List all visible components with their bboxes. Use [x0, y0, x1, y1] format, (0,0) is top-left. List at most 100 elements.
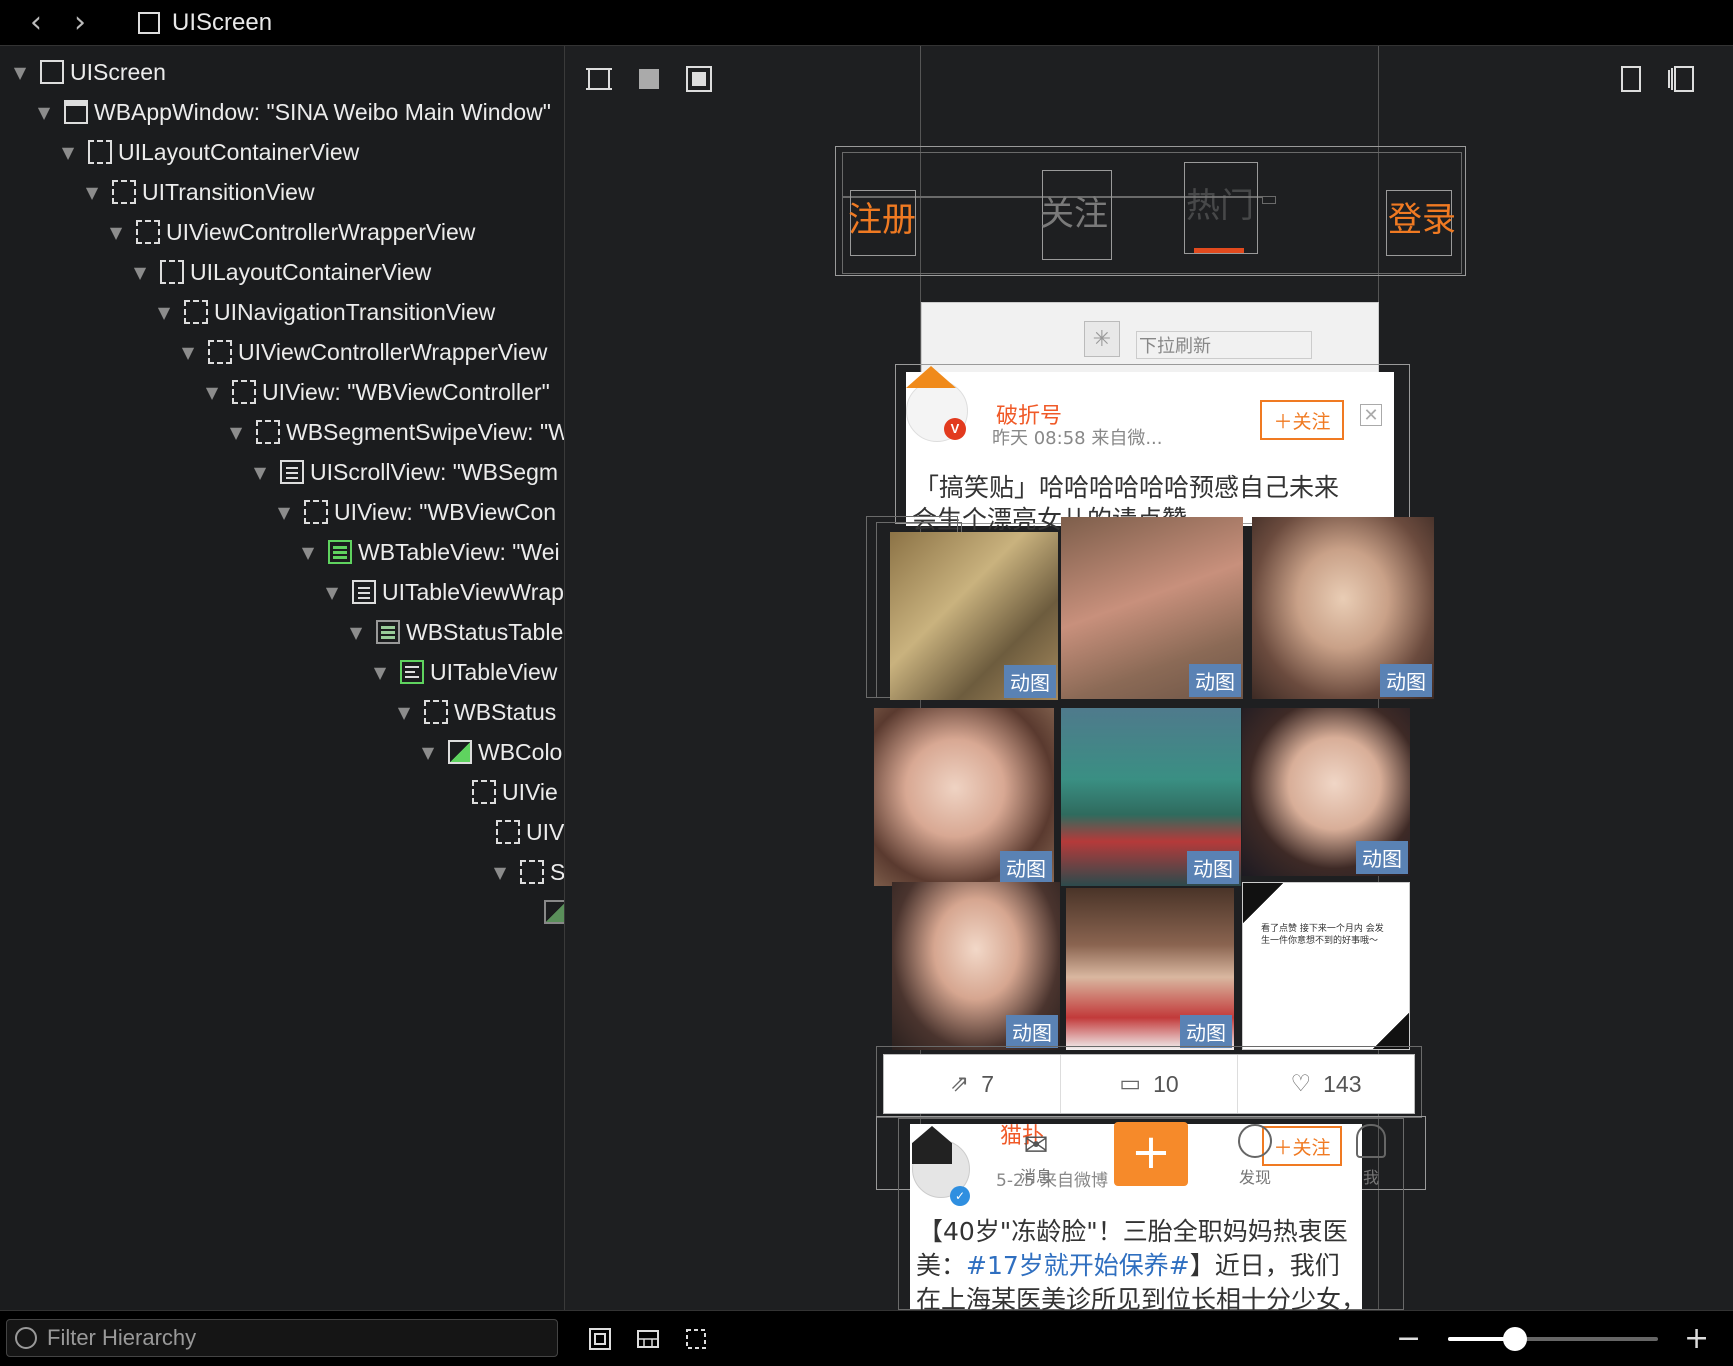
3d-view-icon[interactable] [1666, 64, 1696, 94]
photo-thumbnail[interactable]: 动图 [892, 882, 1060, 1050]
disclosure-triangle-icon[interactable]: ▼ [392, 703, 416, 722]
hierarchy-label: WBTableView: "Wei [358, 538, 560, 565]
lc-view-icon [160, 260, 184, 284]
zoom-in-button[interactable]: + [1684, 1321, 1709, 1356]
tab-me[interactable]: 我 [1356, 1124, 1386, 1188]
hierarchy-row[interactable]: ▼ UIViewControllerWrapperView [104, 212, 476, 252]
close-icon[interactable]: ✕ [1360, 404, 1382, 426]
comment-count: 10 [1153, 1070, 1179, 1097]
hierarchy-row[interactable]: ▼ UIView: "WBViewCon [272, 492, 556, 532]
hierarchy-row[interactable]: UIVie [464, 812, 564, 852]
hierarchy-row[interactable]: ▼ UITableView [368, 652, 558, 692]
hierarchy-label: UIViewControllerWrapperView [238, 338, 548, 365]
disclosure-triangle-icon[interactable]: ▼ [488, 863, 512, 882]
hierarchy-row[interactable]: UIVie [440, 772, 558, 812]
zoom-to-fit-icon[interactable] [588, 1327, 612, 1351]
repost-button[interactable]: ⇗ 7 [884, 1055, 1061, 1113]
post-text: 在上海某医美诊所见到位长相十分少女， [916, 1285, 1367, 1310]
comment-button[interactable]: ▭ 10 [1061, 1055, 1238, 1113]
compose-button[interactable]: + [1114, 1122, 1188, 1186]
lc-view-icon [88, 140, 112, 164]
disclosure-triangle-icon[interactable]: ▼ [80, 183, 104, 202]
hashtag-link[interactable]: #17岁就开始保养# [966, 1251, 1190, 1280]
filter-hierarchy-field[interactable]: Filter Hierarchy [6, 1319, 558, 1357]
disclosure-triangle-icon[interactable]: ▼ [560, 983, 564, 1002]
disclosure-triangle-icon[interactable]: ▼ [56, 143, 80, 162]
tab-hot[interactable]: 热门 [1186, 178, 1254, 227]
photo-thumbnail[interactable]: 看了点赞 接下来一个月内 会发生一件你意想不到的好事哦～ [1242, 882, 1410, 1050]
like-button[interactable]: ♡ 143 [1238, 1055, 1414, 1113]
hierarchy-row[interactable]: ▼ WBColo [416, 732, 563, 772]
photo-thumbnail[interactable]: 动图 [1252, 517, 1434, 699]
bottom-toolbar: Filter Hierarchy − + [0, 1310, 1733, 1366]
dash-view-icon [472, 780, 496, 804]
register-button[interactable]: 注册 [848, 192, 916, 241]
disclosure-triangle-icon[interactable]: ▼ [176, 343, 200, 362]
follow-button[interactable]: ＋关注 [1262, 1126, 1342, 1166]
zoom-out-button[interactable]: − [1396, 1321, 1421, 1356]
disclosure-triangle-icon[interactable]: ▼ [368, 663, 392, 682]
hierarchy-row[interactable]: ▼ UINavigationTransitionView [152, 292, 495, 332]
photo-thumbnail[interactable]: 动图 [874, 708, 1054, 886]
dash-view-icon [184, 300, 208, 324]
photo-thumbnail[interactable]: 动图 [890, 532, 1058, 700]
disclosure-triangle-icon[interactable]: ▼ [224, 423, 248, 442]
hierarchy-row[interactable]: ▼ WBStatusTable [344, 612, 563, 652]
follow-button[interactable]: ＋关注 [1260, 400, 1344, 440]
hierarchy-row[interactable]: ▼ UILayoutContainerView [56, 132, 359, 172]
disclosure-triangle-icon[interactable]: ▼ [272, 503, 296, 522]
tab-discover[interactable]: 发现 [1238, 1124, 1272, 1188]
tab-follow[interactable]: 关注 [1040, 186, 1108, 235]
hierarchy-row[interactable]: ▼ UILayoutContainerView [128, 252, 431, 292]
hierarchy-row[interactable]: ▼ WBStatus [392, 692, 556, 732]
photo-thumbnail[interactable]: 动图 [1061, 517, 1243, 699]
post-text: 「搞笑贴」哈哈哈哈哈哈预感自己未来 [914, 473, 1340, 502]
imgd-view-icon [544, 900, 564, 924]
disclosure-triangle-icon[interactable]: ▼ [296, 543, 320, 562]
hierarchy-row[interactable]: ▼ UITableViewWrap [320, 572, 564, 612]
hierarchy-row[interactable]: WBTime [536, 932, 564, 972]
disclosure-triangle-icon[interactable]: ▼ [200, 383, 224, 402]
tab-indicator [1194, 248, 1244, 253]
gif-badge: 动图 [1004, 665, 1056, 698]
login-button[interactable]: 登录 [1388, 192, 1456, 241]
disclosure-triangle-icon[interactable]: ▼ [152, 303, 176, 322]
zoom-slider-knob[interactable] [1503, 1327, 1528, 1351]
hierarchy-row[interactable]: ▼OKWBCont [560, 972, 564, 1012]
disclosure-triangle-icon[interactable]: ▼ [248, 463, 272, 482]
refresh-spinner-icon: ✳ [1084, 321, 1120, 357]
disclosure-triangle-icon[interactable]: ▼ [32, 103, 56, 122]
disclosure-triangle-icon[interactable]: ▼ [8, 63, 32, 82]
hierarchy-row[interactable]: ▼ SpecialI [488, 852, 564, 892]
hierarchy-row[interactable]: UIIma [512, 892, 564, 932]
show-background-icon[interactable] [634, 64, 664, 94]
show-frames-icon[interactable] [684, 64, 714, 94]
hierarchy-row[interactable]: ▼ UIScreen [8, 52, 166, 92]
hierarchy-row[interactable]: ▼ WBSegmentSwipeView: "W [224, 412, 564, 452]
dash-view-icon [256, 420, 280, 444]
clip-content-icon[interactable] [584, 64, 614, 94]
uiscreen-icon [138, 11, 160, 34]
photo-thumbnail[interactable]: 动图 [1242, 708, 1410, 876]
hierarchy-row[interactable]: ▼ UIScrollView: "WBSegm [248, 452, 558, 492]
forward-button[interactable]: › [58, 3, 102, 43]
photo-thumbnail[interactable]: 动图 [1061, 708, 1241, 886]
show-constraints-icon[interactable] [684, 1327, 708, 1351]
disclosure-triangle-icon[interactable]: ▼ [128, 263, 152, 282]
disclosure-triangle-icon[interactable]: ▼ [344, 623, 368, 642]
disclosure-triangle-icon[interactable]: ▼ [320, 583, 344, 602]
photo-thumbnail[interactable]: 动图 [1066, 888, 1234, 1050]
hierarchy-row[interactable]: ▼ UIView: "WBViewController" [200, 372, 550, 412]
hierarchy-row[interactable]: ▼ WBTableView: "Wei [296, 532, 560, 572]
back-button[interactable]: ‹ [14, 3, 58, 43]
disclosure-triangle-icon[interactable]: ▼ [104, 223, 128, 242]
grid-icon[interactable] [636, 1327, 660, 1351]
hierarchy-row[interactable]: ▼ UIViewControllerWrapperView [176, 332, 548, 372]
hierarchy-row[interactable]: ▼ WBAppWindow: "SINA Weibo Main Window" [32, 92, 551, 132]
front-view-icon[interactable] [1616, 64, 1646, 94]
tab-message[interactable]: ✉ 消息 [1020, 1128, 1052, 1187]
zoom-slider[interactable] [1448, 1337, 1658, 1341]
disclosure-triangle-icon[interactable]: ▼ [416, 743, 440, 762]
breadcrumb[interactable]: UIScreen [138, 9, 272, 37]
hierarchy-row[interactable]: ▼ UITransitionView [80, 172, 315, 212]
